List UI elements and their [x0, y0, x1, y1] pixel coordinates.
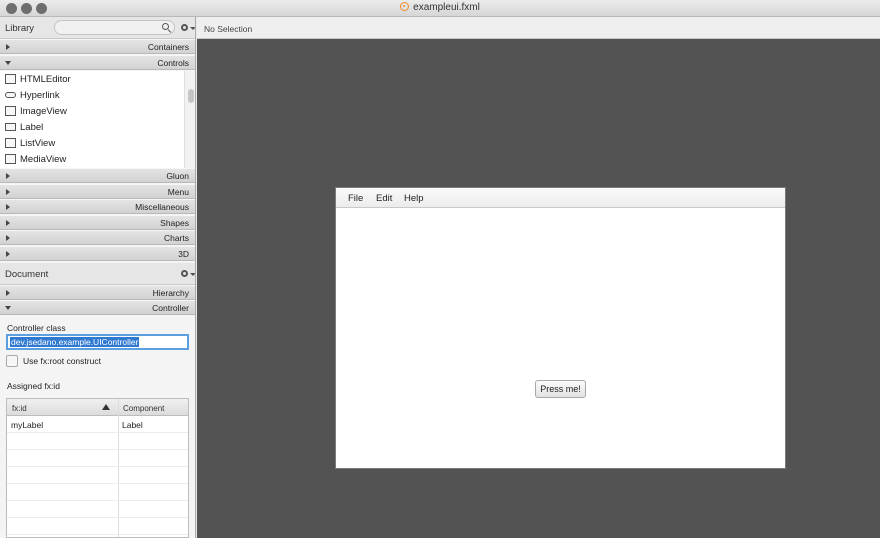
chevron-down-icon — [5, 306, 11, 310]
menu-file[interactable]: File — [348, 193, 363, 204]
chevron-right-icon — [6, 204, 10, 210]
hyperlink-icon — [5, 92, 16, 98]
controller-class-value: dev.jsedano.example.UIController — [10, 337, 140, 347]
list-item-label: HTMLEditor — [20, 74, 71, 85]
library-gear-icon[interactable] — [181, 24, 188, 31]
table-cell-fxid: myLabel — [11, 420, 44, 430]
chevron-right-icon — [6, 235, 10, 241]
library-section-miscellaneous[interactable]: Miscellaneous — [0, 199, 195, 214]
library-header: Library — [0, 17, 195, 39]
list-item-label: ImageView — [20, 106, 67, 117]
document-header: Document — [0, 263, 195, 285]
use-fx-root-checkbox[interactable] — [6, 355, 18, 367]
htmleditor-icon — [5, 74, 16, 84]
column-header-fxid[interactable]: fx:id — [12, 404, 27, 413]
left-panel: Library Containers Controls HTMLEditor H… — [0, 17, 196, 538]
press-me-button[interactable]: Press me! — [535, 380, 586, 398]
chevron-right-icon — [6, 251, 10, 257]
document-section-controller[interactable]: Controller — [0, 300, 195, 315]
library-title: Library — [5, 23, 35, 34]
sort-ascending-icon[interactable] — [102, 404, 110, 410]
menu-edit[interactable]: Edit — [376, 193, 392, 204]
library-section-charts[interactable]: Charts — [0, 230, 195, 245]
table-row-empty — [7, 484, 188, 501]
table-header: fx:id Component — [7, 399, 188, 416]
document-section-hierarchy[interactable]: Hierarchy — [0, 285, 195, 300]
controls-list: HTMLEditor Hyperlink ImageView Label Lis… — [0, 71, 195, 168]
fxml-file-icon — [400, 2, 410, 11]
window-title-bar: exampleui.fxml — [0, 0, 880, 17]
column-header-component[interactable]: Component — [123, 404, 164, 413]
mediaview-icon — [5, 154, 16, 164]
section-label: Controls — [157, 58, 189, 68]
list-item-imageview[interactable]: ImageView — [0, 103, 184, 119]
designed-window[interactable]: File Edit Help Press me! — [335, 187, 786, 469]
chevron-right-icon — [6, 220, 10, 226]
table-cell-component: Label — [122, 420, 143, 430]
list-item-label: ListView — [20, 138, 56, 149]
list-item-hyperlink[interactable]: Hyperlink — [0, 87, 184, 103]
table-row-empty — [7, 518, 188, 535]
assigned-fxid-label: Assigned fx:id — [7, 381, 60, 391]
section-label: Charts — [163, 233, 189, 243]
document-gear-icon[interactable] — [181, 270, 188, 277]
list-item-label: Label — [20, 122, 44, 133]
table-row-empty — [7, 450, 188, 467]
section-label: Menu — [167, 187, 189, 197]
chevron-right-icon — [6, 44, 10, 50]
table-row-empty — [7, 467, 188, 484]
use-fx-root-label: Use fx:root construct — [23, 356, 101, 366]
section-label: Miscellaneous — [135, 202, 189, 212]
label-icon — [5, 123, 16, 131]
chevron-down-icon — [5, 61, 11, 65]
list-item-mediaview[interactable]: MediaView — [0, 151, 184, 167]
list-item-htmleditor[interactable]: HTMLEditor — [0, 71, 184, 87]
library-section-containers[interactable]: Containers — [0, 39, 195, 54]
listview-icon — [5, 138, 16, 148]
controller-panel: Controller class dev.jsedano.example.UIC… — [0, 316, 195, 538]
list-item-label: MediaView — [20, 154, 67, 165]
section-label: 3D — [178, 249, 189, 259]
chevron-right-icon — [6, 173, 10, 179]
window-title: exampleui.fxml — [0, 2, 880, 13]
library-section-controls[interactable]: Controls — [0, 55, 195, 70]
document-title: Document — [5, 269, 49, 280]
controls-scrollbar[interactable] — [184, 71, 195, 168]
section-label: Shapes — [160, 218, 189, 228]
list-item-label: Hyperlink — [20, 90, 60, 101]
content-canvas[interactable]: File Edit Help Press me! — [197, 39, 880, 538]
list-item-listview[interactable]: ListView — [0, 135, 184, 151]
selection-status: No Selection — [204, 24, 253, 34]
window-title-text: exampleui.fxml — [413, 2, 480, 13]
library-search-input[interactable] — [54, 20, 175, 35]
chevron-right-icon — [6, 290, 10, 296]
assigned-fxid-table: fx:id Component myLabel Label — [6, 398, 189, 538]
table-row-empty — [7, 501, 188, 518]
table-row-empty — [7, 433, 188, 450]
library-section-gluon[interactable]: Gluon — [0, 168, 195, 183]
library-section-3d[interactable]: 3D — [0, 246, 195, 261]
scrollbar-thumb[interactable] — [188, 89, 194, 103]
section-label: Hierarchy — [152, 288, 189, 298]
controller-class-input[interactable]: dev.jsedano.example.UIController — [6, 334, 189, 350]
chevron-right-icon — [6, 189, 10, 195]
controller-class-label: Controller class — [7, 323, 66, 333]
search-icon — [162, 23, 169, 30]
table-row[interactable]: myLabel Label — [7, 416, 188, 433]
menu-help[interactable]: Help — [404, 193, 424, 204]
selection-bar: No Selection — [197, 17, 880, 39]
section-label: Controller — [152, 303, 189, 313]
library-section-menu[interactable]: Menu — [0, 184, 195, 199]
menu-bar: File Edit Help — [336, 188, 785, 208]
section-label: Gluon — [166, 171, 189, 181]
section-label: Containers — [147, 42, 189, 52]
imageview-icon — [5, 106, 16, 116]
library-section-shapes[interactable]: Shapes — [0, 215, 195, 230]
list-item-label-control[interactable]: Label — [0, 119, 184, 135]
